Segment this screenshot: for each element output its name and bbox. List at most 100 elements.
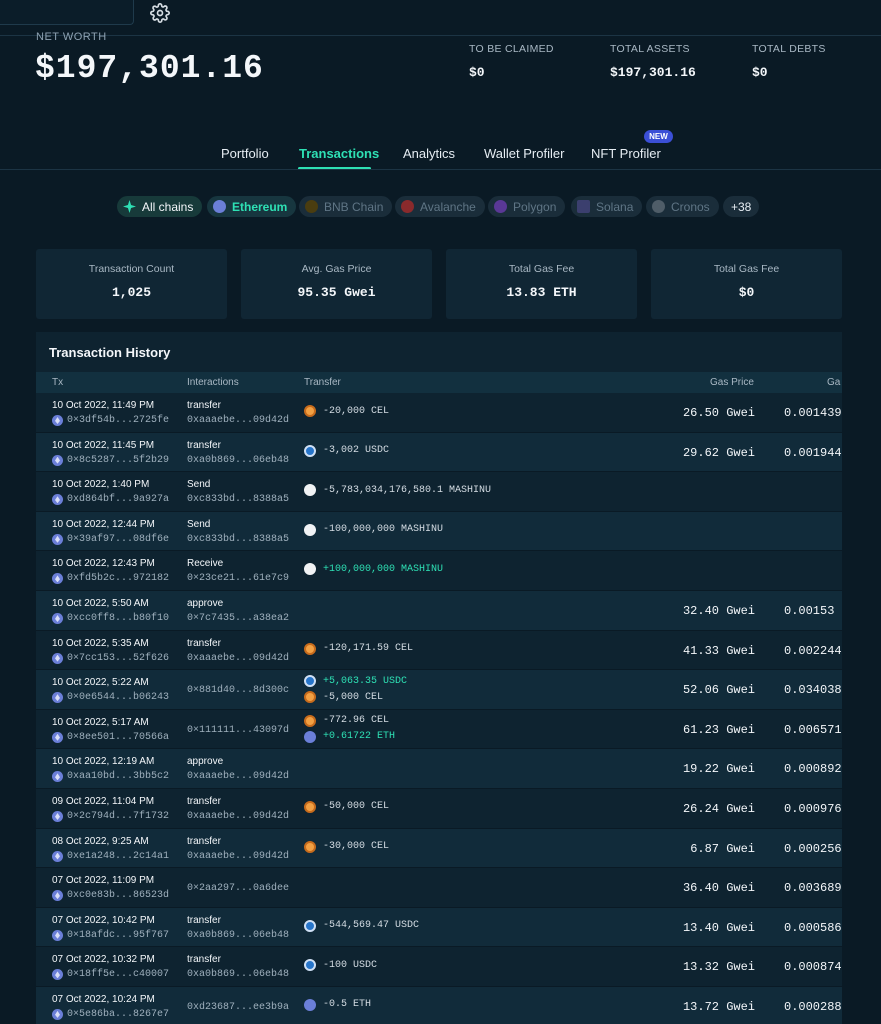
tx-hash-link[interactable]: 0×18ff5e...c40007 xyxy=(52,969,169,981)
table-row[interactable]: 10 Oct 2022, 5:22 AM 0×0e6544...b06243 0×8… xyxy=(36,670,842,710)
tx-hash-link[interactable]: 0xe1a248...2c14a1 xyxy=(52,850,169,862)
chain-chip-polygon[interactable]: Polygon xyxy=(488,196,566,217)
chain-label: Solana xyxy=(596,199,634,214)
cel-token-icon xyxy=(304,691,316,704)
table-row[interactable]: 10 Oct 2022, 5:50 AM 0xcc0ff8...b80f10 app… xyxy=(36,590,842,631)
mashinu-token-icon xyxy=(304,563,316,576)
tx-hash-link[interactable]: 0xd864bf...9a927a xyxy=(52,494,170,506)
transfer-item: -20,000 CEL xyxy=(304,405,389,417)
tx-interaction-address[interactable]: 0xaaaebe...09d42d xyxy=(187,771,289,782)
transfer-amount: -100 USDC xyxy=(323,959,378,971)
tx-date: 09 Oct 2022, 11:04 PM xyxy=(52,795,155,807)
tx-hash-link[interactable]: 0×2c794d...7f1732 xyxy=(52,810,169,822)
transfer-item: -5,783,034,176,580.1 MASHINU xyxy=(304,484,491,497)
tx-hash-link[interactable]: 0×8c5287...5f2b29 xyxy=(52,454,169,466)
table-row[interactable]: 08 Oct 2022, 9:25 AM 0xe1a248...2c14a1 tra… xyxy=(36,828,842,869)
tx-interaction-address[interactable]: 0×111111...43097d xyxy=(187,725,289,736)
tx-interaction-address[interactable]: 0xa0b869...06eb48 xyxy=(187,455,289,466)
tx-interaction-address[interactable]: 0xa0b869...06eb48 xyxy=(187,930,289,941)
tx-hash: 0×7cc153...52f626 xyxy=(67,652,170,664)
tx-interaction-address[interactable]: 0×7c7435...a38ea2 xyxy=(187,613,289,624)
tab-analytics[interactable]: Analytics xyxy=(403,146,455,161)
tx-hash: 0xfd5b2c...972182 xyxy=(67,573,170,585)
tx-interaction-address[interactable]: 0×881d40...8d300c xyxy=(187,685,289,696)
gas-price: 26.24 Gwei xyxy=(682,801,755,816)
search-input[interactable] xyxy=(0,0,134,25)
tx-hash-link[interactable]: 0×0e6544...b06243 xyxy=(52,692,169,704)
chain-chip-ethereum[interactable]: Ethereum xyxy=(207,196,297,217)
table-row[interactable]: 09 Oct 2022, 11:04 PM 0×2c794d...7f1732 tr… xyxy=(36,789,842,829)
tx-date: 10 Oct 2022, 5:35 AM xyxy=(52,637,149,649)
eth-token-icon xyxy=(304,998,316,1011)
tx-interaction-address[interactable]: 0xaaaebe...09d42d xyxy=(187,851,289,862)
gas-fee: 0.003689 xyxy=(784,881,842,896)
summary-total-gas-fee-usd: Total Gas Fee $0 xyxy=(651,249,842,319)
tx-interaction-address[interactable]: 0×23ce21...61e7c9 xyxy=(187,573,289,584)
tx-hash: 0xc0e83b...86523d xyxy=(67,890,170,902)
tx-method: Receive xyxy=(187,558,224,570)
tab-wallet-profiler[interactable]: Wallet Profiler xyxy=(484,146,564,161)
tab-portfolio[interactable]: Portfolio xyxy=(221,146,269,161)
table-row[interactable]: 10 Oct 2022, 12:19 AM 0xaa10bd...3bb5c2 ap… xyxy=(36,749,842,789)
gas-price: 13.72 Gwei xyxy=(682,999,755,1014)
tx-hash-link[interactable]: 0×3df54b...2725fe xyxy=(52,415,169,426)
tx-hash-link[interactable]: 0×8ee501...70566a xyxy=(52,731,169,743)
tx-interaction-address[interactable]: 0xaaaebe...09d42d xyxy=(187,811,289,822)
chain-chip-all[interactable]: All chains xyxy=(117,196,203,217)
chain-label: BNB Chain xyxy=(324,199,384,214)
tx-hash-link[interactable]: 0xfd5b2c...972182 xyxy=(52,573,170,585)
tx-interaction-address[interactable]: 0xaaaebe...09d42d xyxy=(187,653,289,664)
tx-hash-link[interactable]: 0xaa10bd...3bb5c2 xyxy=(52,771,169,783)
usdc-token-icon xyxy=(304,919,316,932)
transfer-item: -30,000 CEL xyxy=(304,840,389,853)
tx-hash: 0xd864bf...9a927a xyxy=(67,494,170,506)
tx-date: 10 Oct 2022, 12:43 PM xyxy=(52,558,155,570)
table-header: Tx Interactions Transfer Gas Price Ga xyxy=(36,372,842,393)
tx-hash-link[interactable]: 0×39af97...08df6e xyxy=(52,533,169,545)
tx-hash-link[interactable]: 0×7cc153...52f626 xyxy=(52,652,170,664)
tx-hash-link[interactable]: 0×18afdc...95f767 xyxy=(52,929,169,941)
table-row[interactable]: 10 Oct 2022, 11:49 PM 0×3df54b...2725fe tr… xyxy=(36,393,842,433)
tx-interaction-address[interactable]: 0xd23687...ee3b9a xyxy=(187,1002,289,1013)
chain-chip-more[interactable]: +38 xyxy=(723,196,760,217)
gas-fee: 0.034038 xyxy=(784,683,842,698)
tab-transactions[interactable]: Transactions xyxy=(299,146,379,161)
chain-chip-bnb[interactable]: BNB Chain xyxy=(299,196,393,217)
ethereum-icon xyxy=(52,454,63,466)
tab-nft-profiler[interactable]: NFT Profiler xyxy=(591,146,661,161)
transfer-item: +100,000,000 MASHINU xyxy=(304,563,443,576)
transfer-amount: +5,063.35 USDC xyxy=(323,675,408,687)
table-row[interactable]: 10 Oct 2022, 1:40 PM 0xd864bf...9a927a Sen… xyxy=(36,472,842,512)
tx-hash-link[interactable]: 0xc0e83b...86523d xyxy=(52,890,170,902)
mashinu-token-icon xyxy=(304,484,316,497)
tx-hash-link[interactable]: 0xcc0ff8...b80f10 xyxy=(52,612,169,624)
gas-price: 29.62 Gwei xyxy=(682,445,755,460)
tx-interaction-address[interactable]: 0xc833bd...8388a5 xyxy=(187,494,289,505)
chain-chip-avalanche[interactable]: Avalanche xyxy=(395,196,485,217)
table-row[interactable]: 10 Oct 2022, 5:17 AM 0×8ee501...70566a 0×1… xyxy=(36,710,842,750)
table-row[interactable]: 10 Oct 2022, 12:43 PM 0xfd5b2c...972182 Re… xyxy=(36,551,842,591)
tx-date: 08 Oct 2022, 9:25 AM xyxy=(52,835,149,847)
table-row[interactable]: 07 Oct 2022, 11:09 PM 0xc0e83b...86523d 0×… xyxy=(36,868,842,908)
table-row[interactable]: 10 Oct 2022, 5:35 AM 0×7cc153...52f626 tra… xyxy=(36,631,842,671)
tx-interaction-address[interactable]: 0×2aa297...0a6dee xyxy=(187,883,289,894)
table-row[interactable]: 07 Oct 2022, 10:42 PM 0×18afdc...95f767 tr… xyxy=(36,907,842,948)
chain-chip-cronos[interactable]: Cronos xyxy=(646,196,719,217)
tx-hash-link[interactable]: 0×5e86ba...8267e7 xyxy=(52,1008,169,1020)
tx-interaction-address[interactable]: 0xa0b869...06eb48 xyxy=(187,969,289,980)
tx-date: 07 Oct 2022, 10:24 PM xyxy=(52,993,155,1005)
table-row[interactable]: 10 Oct 2022, 11:45 PM 0×8c5287...5f2b29 tr… xyxy=(36,432,842,473)
tx-interaction-address[interactable]: 0xaaaebe...09d42d xyxy=(187,415,289,426)
transfer-item: -772.96 CEL xyxy=(304,714,389,727)
gas-price: 13.32 Gwei xyxy=(682,960,755,975)
table-row[interactable]: 10 Oct 2022, 12:44 PM 0×39af97...08df6e Se… xyxy=(36,511,842,552)
chain-chip-solana[interactable]: Solana xyxy=(571,196,643,217)
table-row[interactable]: 07 Oct 2022, 10:24 PM 0×5e86ba...8267e7 0x… xyxy=(36,986,842,1024)
tx-method: approve xyxy=(187,597,224,609)
tx-interaction-address[interactable]: 0xc833bd...8388a5 xyxy=(187,534,289,545)
tx-date: 10 Oct 2022, 5:50 AM xyxy=(52,597,149,609)
table-row[interactable]: 07 Oct 2022, 10:32 PM 0×18ff5e...c40007 tr… xyxy=(36,947,842,987)
ethereum-icon xyxy=(52,929,63,941)
gear-icon[interactable] xyxy=(150,3,170,23)
transfer-item: -100,000,000 MASHINU xyxy=(304,523,443,536)
